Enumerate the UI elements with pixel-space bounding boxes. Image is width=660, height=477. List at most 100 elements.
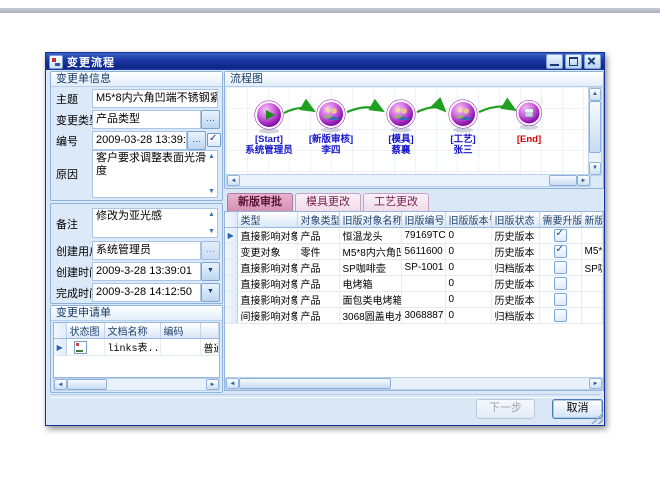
number-label: 编号 (56, 133, 78, 149)
flow-arrow (347, 107, 383, 112)
scrollbar-thumb[interactable] (67, 379, 107, 390)
subject-row: 主题 M5*8内六角凹端不锈钢紧固螺钉 (51, 89, 222, 107)
change-info-panel: 变更单信息 主题 M5*8内六角凹端不锈钢紧固螺钉 变更类型 产品类型 … 编号… (50, 71, 223, 201)
flow-arrow (284, 108, 314, 113)
subject-input[interactable]: M5*8内六角凹端不锈钢紧固螺钉 (92, 89, 218, 108)
flow-node-mold[interactable]: [模具] 蔡襄 (387, 100, 415, 156)
close-button[interactable] (584, 54, 601, 69)
col-doc-name[interactable]: 文档名称 (104, 323, 160, 339)
node-label: [新版审核] (309, 133, 353, 145)
cell-doc-name: links表... (104, 339, 160, 356)
col-old-code[interactable]: 旧版编号 (401, 212, 445, 228)
remark-row: 备注 修改为亚光感 ▲ ▼ (51, 208, 222, 238)
table-row[interactable]: 间接影响对象 产品 3068圆盖电水壶 3068887 0 归档版本 (225, 308, 603, 324)
tab-craft-change[interactable]: 工艺更改 (363, 193, 429, 211)
scroll-left-icon[interactable]: ◄ (226, 378, 239, 389)
finish-time-input[interactable]: 2009-3-28 14:12:50 (92, 283, 201, 302)
remark-scroll-up-icon[interactable]: ▲ (208, 211, 215, 218)
title-bar[interactable]: 变更流程 (46, 53, 604, 70)
next-button[interactable]: 下一步 (476, 399, 535, 419)
remark-panel: 备注 修改为亚光感 ▲ ▼ 创建用户 系统管理员 … 创建时间 2009-3-2… (50, 203, 223, 304)
col-obj-type[interactable]: 对象类型 (297, 212, 339, 228)
scroll-up-icon[interactable]: ▲ (589, 88, 601, 101)
flowchart-panel: 流程图 (224, 71, 604, 189)
upgrade-checkbox[interactable] (554, 245, 567, 258)
node-label: 蔡襄 (390, 144, 411, 156)
table-row[interactable]: 变更对象 零件 M5*8内六角凹... 5611600 0 历史版本 M5*8 (225, 244, 603, 260)
cell-extra: 普通 (200, 339, 219, 356)
table-row[interactable]: 直接影响对象 产品 SP咖啡壶 SP-1001 0 归档版本 SP咖 (225, 260, 603, 276)
reason-label: 原因 (56, 166, 78, 182)
tab-new-version-approval[interactable]: 新版审批 (227, 193, 293, 211)
change-type-row: 变更类型 产品类型 … (51, 110, 222, 128)
desktop: { "window": { "title": "变更流程" }, "glyphs… (0, 0, 660, 477)
flowchart-hscrollbar[interactable]: ◄ ► (226, 174, 591, 187)
table-row[interactable]: 直接影响对象 产品 面包类电烤箱 0 历史版本 (225, 292, 603, 308)
create-time-dropdown-button[interactable]: ▼ (201, 262, 220, 281)
scroll-left-icon[interactable]: ◄ (54, 379, 67, 390)
node-label: 李四 (320, 144, 340, 156)
col-old-name[interactable]: 旧版对象名称 (339, 212, 401, 228)
col-type[interactable]: 类型 (237, 212, 297, 228)
upgrade-checkbox[interactable] (554, 293, 567, 306)
top-strip (0, 8, 660, 13)
scroll-left-icon[interactable]: ◄ (227, 175, 240, 186)
number-row: 编号 2009-03-28 13:39:01 … (51, 131, 222, 149)
flow-node-craft[interactable]: [工艺] 张三 (449, 100, 477, 156)
flow-arrow (417, 107, 445, 112)
maximize-button[interactable] (565, 54, 582, 69)
flowchart-canvas[interactable]: [Start] 系统管理员 [新版审核] 李四 (226, 87, 589, 176)
minimize-button[interactable] (546, 54, 563, 69)
number-checkbox[interactable] (207, 133, 221, 147)
col-new[interactable]: 新版 (581, 212, 603, 228)
request-form-header: 变更申请单 (51, 306, 222, 321)
table-row[interactable]: ▶ 直接影响对象 产品 恒温龙头 79169TC 0 历史版本 (225, 228, 603, 244)
reason-scroll-up-icon[interactable]: ▲ (208, 153, 215, 160)
creator-input[interactable]: 系统管理员 (92, 241, 201, 260)
node-label: 系统管理员 (245, 144, 293, 156)
cancel-button[interactable]: 取消 (552, 399, 603, 419)
col-code[interactable]: 编码 (160, 323, 200, 339)
upgrade-checkbox[interactable] (554, 277, 567, 290)
table-row[interactable]: 直接影响对象 产品 电烤箱 0 历史版本 (225, 276, 603, 292)
window-title: 变更流程 (67, 54, 115, 70)
request-form-row[interactable]: ▶ links表... 普通 (54, 339, 219, 356)
flow-node-review[interactable]: [新版审核] 李四 (309, 100, 353, 156)
scrollbar-thumb[interactable] (239, 378, 391, 389)
upgrade-checkbox[interactable] (554, 229, 567, 242)
creator-browse-button[interactable]: … (201, 241, 220, 260)
scrollbar-thumb[interactable] (549, 175, 577, 186)
upgrade-checkbox[interactable] (554, 261, 567, 274)
main-grid: 类型 对象类型 旧版对象名称 旧版编号 旧版版本号 旧版状态 需要升版 新版 ▶… (224, 211, 604, 391)
flowchart-vscrollbar[interactable]: ▲ ▼ (588, 87, 602, 176)
change-type-browse-button[interactable]: … (201, 110, 220, 129)
number-input[interactable]: 2009-03-28 13:39:01 (92, 131, 187, 150)
scroll-right-icon[interactable]: ► (577, 175, 590, 186)
reason-scroll-down-icon[interactable]: ▼ (208, 188, 215, 195)
main-grid-hscrollbar[interactable]: ◄ ► (225, 377, 603, 390)
tab-mold-change[interactable]: 模具更改 (295, 193, 361, 211)
cell-code (160, 339, 200, 356)
col-old-status[interactable]: 旧版状态 (491, 212, 539, 228)
flow-node-start[interactable]: [Start] 系统管理员 (245, 101, 293, 156)
remark-textarea[interactable]: 修改为亚光感 (92, 208, 218, 238)
col-status-icon[interactable]: 状态图 (66, 323, 104, 339)
col-upgrade[interactable]: 需要升版 (539, 212, 581, 228)
request-form-hscrollbar[interactable]: ◄ ► (53, 378, 220, 391)
scrollbar-thumb[interactable] (589, 101, 601, 153)
reason-textarea[interactable]: 客户要求调整表面光滑度 (92, 150, 218, 198)
flow-node-end[interactable]: [End] (517, 101, 542, 146)
remark-scroll-down-icon[interactable]: ▼ (208, 228, 215, 235)
scroll-right-icon[interactable]: ► (206, 379, 219, 390)
cube-icon (525, 109, 533, 117)
node-label: [工艺] (450, 133, 475, 145)
upgrade-checkbox[interactable] (554, 309, 567, 322)
main-grid-header-row: 类型 对象类型 旧版对象名称 旧版编号 旧版版本号 旧版状态 需要升版 新版 (225, 212, 603, 228)
scroll-right-icon[interactable]: ► (589, 378, 602, 389)
change-type-input[interactable]: 产品类型 (92, 110, 201, 129)
number-browse-button[interactable]: … (187, 131, 206, 150)
finish-time-dropdown-button[interactable]: ▼ (201, 283, 220, 302)
change-process-dialog: 变更流程 变更单信息 主题 M5*8内六角凹端不锈钢紧固螺钉 变更类型 产品类型… (45, 52, 605, 426)
create-time-input[interactable]: 2009-3-28 13:39:01 (92, 262, 201, 281)
col-old-ver[interactable]: 旧版版本号 (445, 212, 491, 228)
